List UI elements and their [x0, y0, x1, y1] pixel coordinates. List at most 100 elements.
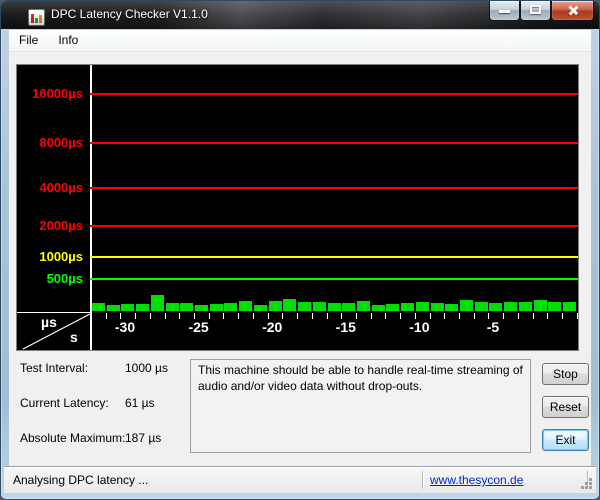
x-axis-label: -30	[114, 319, 136, 335]
x-axis-tick	[297, 313, 299, 319]
latency-bar	[445, 304, 459, 311]
status-message-text: This machine should be able to handle re…	[198, 363, 523, 393]
latency-bar	[371, 305, 385, 311]
latency-bar	[283, 299, 297, 311]
button-stack: Stop Reset Exit	[542, 363, 589, 451]
stat-value: 61 µs	[125, 396, 155, 410]
latency-bar	[474, 302, 488, 311]
menu-info[interactable]: Info	[48, 30, 88, 51]
x-axis-tick	[238, 313, 240, 319]
latency-bar	[209, 304, 223, 311]
statusbar-separator	[587, 471, 588, 489]
x-axis-tick	[562, 313, 564, 319]
latency-bar	[504, 302, 518, 311]
stat-label: Current Latency:	[20, 396, 109, 410]
latency-bar	[415, 302, 429, 311]
stat-value: 187 µs	[125, 431, 162, 445]
threshold-label-1000: 1000µs	[39, 249, 83, 264]
menubar: File Info	[9, 30, 591, 52]
statusbar: Analysing DPC latency ... www.thesycon.d…	[4, 466, 596, 493]
latency-bar	[136, 304, 150, 311]
latency-bar	[195, 305, 209, 311]
latency-bar	[253, 305, 267, 311]
threshold-line-8000	[90, 142, 578, 144]
latency-bar	[460, 300, 473, 311]
stop-button[interactable]: Stop	[542, 363, 589, 385]
statusbar-separator	[422, 471, 423, 489]
latency-bar	[489, 303, 503, 311]
x-axis-tick	[444, 313, 446, 319]
threshold-label-4000: 4000µs	[39, 180, 83, 195]
latency-bar	[150, 295, 164, 311]
x-axis-tick	[149, 313, 151, 319]
x-axis-tick	[547, 313, 549, 319]
close-button[interactable]	[551, 1, 594, 21]
latency-bar	[356, 301, 370, 311]
x-axis-tick	[91, 313, 92, 319]
x-axis-tick	[164, 313, 166, 319]
window-title: DPC Latency Checker V1.1.0	[51, 7, 208, 21]
caption-buttons	[489, 1, 594, 21]
threshold-line-16000	[90, 93, 578, 95]
threshold-label-8000: 8000µs	[39, 135, 83, 150]
x-axis-tick	[311, 313, 313, 319]
reset-button[interactable]: Reset	[542, 396, 589, 418]
latency-bar	[401, 303, 415, 311]
resize-grip[interactable]	[589, 486, 592, 489]
website-link[interactable]: www.thesycon.de	[430, 473, 523, 487]
latency-bar	[106, 305, 120, 311]
threshold-label-500: 500µs	[46, 271, 83, 286]
threshold-line-4000	[90, 187, 578, 189]
latency-bar	[327, 303, 341, 311]
latency-bar	[165, 303, 179, 311]
x-axis-label: -10	[409, 319, 430, 335]
latency-bar	[239, 301, 253, 311]
titlebar[interactable]: DPC Latency Checker V1.1.0	[1, 1, 599, 29]
x-axis-unit-label: s	[70, 329, 78, 345]
x-axis-label: -20	[262, 319, 283, 335]
menu-file[interactable]: File	[9, 30, 48, 51]
minimize-button[interactable]	[489, 1, 520, 21]
latency-bar	[430, 303, 444, 311]
status-message-box: This machine should be able to handle re…	[190, 359, 531, 453]
latency-bar	[386, 304, 400, 311]
latency-bar	[342, 303, 356, 311]
threshold-label-16000: 16000µs	[32, 86, 83, 101]
app-window: DPC Latency Checker V1.1.0 File Info µs s…	[0, 0, 600, 500]
latency-bar	[121, 304, 135, 311]
stat-row: Absolute Maximum:187 µs	[20, 431, 188, 445]
x-axis-tick	[517, 313, 519, 319]
x-axis-label: -5	[486, 319, 500, 335]
latency-bar	[224, 303, 238, 311]
x-axis-label: -25	[188, 319, 209, 335]
latency-chart: µs s 16000µs 8000µs 4000µs 2000µs 1000µs 500µ…	[16, 64, 579, 351]
y-axis-unit-label: µs	[41, 314, 57, 330]
latency-bar	[298, 302, 312, 311]
latency-bar	[563, 302, 577, 311]
latency-bar	[268, 301, 282, 311]
exit-button[interactable]: Exit	[542, 429, 589, 451]
app-icon	[28, 9, 45, 26]
maximize-button[interactable]	[520, 1, 551, 21]
stat-label: Absolute Maximum:	[20, 431, 126, 445]
latency-bar	[312, 302, 326, 311]
stat-row: Current Latency: 61 µs	[20, 396, 188, 410]
x-axis-tick	[576, 313, 578, 319]
x-axis-tick	[532, 313, 534, 319]
status-text: Analysing DPC latency ...	[13, 473, 149, 487]
stat-label: Test Interval:	[20, 361, 89, 375]
latency-bar	[533, 300, 547, 311]
minimize-icon	[499, 10, 510, 13]
maximize-icon	[530, 5, 541, 14]
x-axis-tick	[223, 313, 225, 319]
close-icon	[567, 5, 578, 16]
x-axis-tick	[459, 313, 460, 319]
threshold-line-500	[90, 278, 578, 280]
latency-bar	[92, 303, 105, 311]
threshold-label-2000: 2000µs	[39, 218, 83, 233]
latency-bar	[518, 302, 532, 311]
x-axis-tick	[370, 313, 372, 319]
threshold-line-1000	[90, 256, 578, 258]
stat-row: Test Interval: 1000 µs	[20, 361, 188, 375]
axis-corner: µs s	[17, 312, 90, 351]
